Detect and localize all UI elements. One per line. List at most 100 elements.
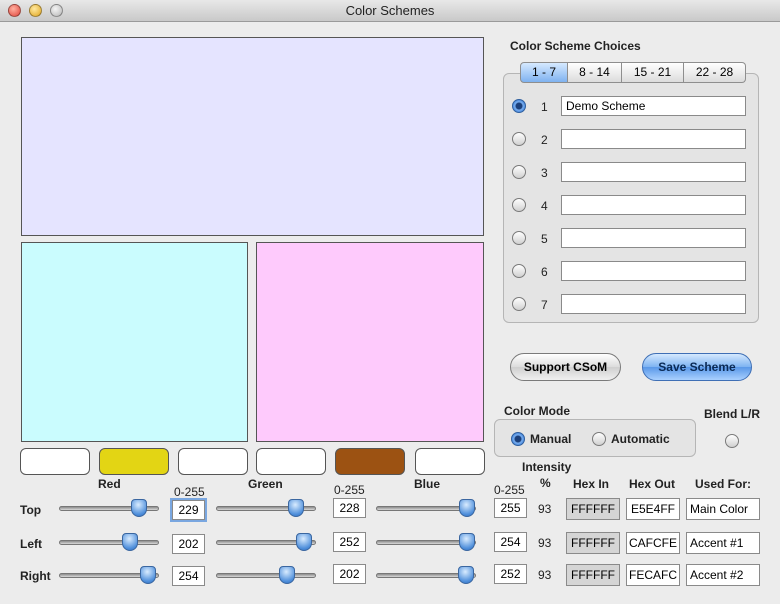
blue-label: Blue	[414, 477, 441, 491]
slider-thumb[interactable]	[279, 566, 295, 584]
hex-out-label: Hex Out	[629, 477, 676, 491]
right-hex-in[interactable]: FFFFFF	[566, 564, 620, 586]
main-color-preview	[21, 37, 484, 236]
tab-8-14[interactable]: 8 - 14	[568, 62, 622, 83]
scheme-name-field-4[interactable]	[561, 195, 746, 215]
right-blue-slider[interactable]	[376, 566, 476, 586]
tab-1-7[interactable]: 1 - 7	[520, 62, 568, 83]
left-color-preview	[21, 242, 248, 442]
top-blue-slider[interactable]	[376, 499, 476, 519]
scheme-tabs: 1 - 7 8 - 14 15 - 21 22 - 28	[520, 62, 746, 83]
left-green-slider[interactable]	[216, 533, 316, 553]
green-range-label: 0-255	[334, 483, 365, 497]
left-green-value[interactable]: 252	[333, 532, 366, 552]
green-bottom-swatch	[256, 448, 326, 475]
right-hex-out: FECAFC	[626, 564, 680, 586]
left-blue-value[interactable]: 254	[494, 532, 527, 552]
used-for-label: Used For:	[695, 477, 752, 491]
slider-thumb[interactable]	[459, 499, 475, 517]
scheme-radio-5[interactable]	[512, 231, 526, 245]
slider-thumb[interactable]	[458, 566, 474, 584]
right-red-value[interactable]: 254	[172, 566, 205, 586]
scheme-number: 4	[541, 199, 548, 213]
scheme-number: 3	[541, 166, 548, 180]
top-green-slider[interactable]	[216, 499, 316, 519]
window-title: Color Schemes	[345, 3, 435, 18]
green-top-swatch	[178, 448, 248, 475]
manual-mode-radio[interactable]	[511, 432, 525, 446]
slider-thumb[interactable]	[122, 533, 138, 551]
scheme-radio-6[interactable]	[512, 264, 526, 278]
scheme-name-field-5[interactable]	[561, 228, 746, 248]
left-blue-slider[interactable]	[376, 533, 476, 553]
scheme-radio-1[interactable]	[512, 99, 526, 113]
blue-top-swatch	[335, 448, 405, 475]
scheme-name-field-1[interactable]: Demo Scheme	[561, 96, 746, 116]
slider-thumb[interactable]	[288, 499, 304, 517]
automatic-mode-label: Automatic	[611, 432, 670, 446]
right-used-for: Accent #2	[686, 564, 760, 586]
top-used-for: Main Color	[686, 498, 760, 520]
slider-thumb[interactable]	[140, 566, 156, 584]
left-hex-out: CAFCFE	[626, 532, 680, 554]
blend-lr-label: Blend L/R	[704, 407, 760, 421]
slider-thumb[interactable]	[131, 499, 147, 517]
manual-mode-label: Manual	[530, 432, 572, 446]
color-mode-title: Color Mode	[504, 404, 570, 418]
automatic-mode-radio[interactable]	[592, 432, 606, 446]
scheme-choices-title: Color Scheme Choices	[510, 39, 641, 53]
top-red-slider[interactable]	[59, 499, 159, 519]
scheme-name-field-6[interactable]	[561, 261, 746, 281]
window-titlebar: Color Schemes	[0, 0, 780, 22]
left-red-value[interactable]: 202	[172, 534, 205, 554]
top-intensity: 93	[538, 502, 552, 516]
scheme-number: 7	[541, 298, 548, 312]
left-used-for: Accent #1	[686, 532, 760, 554]
blue-bottom-swatch	[415, 448, 485, 475]
slider-thumb[interactable]	[296, 533, 312, 551]
scheme-name-field-3[interactable]	[561, 162, 746, 182]
top-blue-value[interactable]: 255	[494, 498, 527, 518]
red-range-label: 0-255	[174, 485, 205, 499]
green-label: Green	[248, 477, 283, 491]
scheme-radio-4[interactable]	[512, 198, 526, 212]
support-csom-button[interactable]: Support CSoM	[510, 353, 621, 381]
right-intensity: 93	[538, 568, 552, 582]
right-green-value[interactable]: 202	[333, 564, 366, 584]
row-label-right: Right	[20, 569, 51, 583]
top-red-value[interactable]: 229	[172, 500, 205, 520]
top-hex-in[interactable]: FFFFFF	[566, 498, 620, 520]
scheme-name-field-7[interactable]	[561, 294, 746, 314]
scheme-number: 5	[541, 232, 548, 246]
intensity-label: Intensity	[522, 460, 572, 474]
top-green-value[interactable]: 228	[333, 498, 366, 518]
row-label-left: Left	[20, 537, 42, 551]
scheme-name-field-2[interactable]	[561, 129, 746, 149]
tab-15-21[interactable]: 15 - 21	[622, 62, 684, 83]
right-blue-value[interactable]: 252	[494, 564, 527, 584]
right-color-preview	[256, 242, 484, 442]
left-red-slider[interactable]	[59, 533, 159, 553]
right-red-slider[interactable]	[59, 566, 159, 586]
right-green-slider[interactable]	[216, 566, 316, 586]
slider-thumb[interactable]	[459, 533, 475, 551]
scheme-number: 2	[541, 133, 548, 147]
blend-lr-toggle[interactable]	[725, 434, 739, 448]
scheme-number: 6	[541, 265, 548, 279]
row-label-top: Top	[20, 503, 42, 517]
blue-range-label: 0-255	[494, 483, 525, 497]
scheme-radio-2[interactable]	[512, 132, 526, 146]
red-label: Red	[98, 477, 121, 491]
tab-22-28[interactable]: 22 - 28	[684, 62, 746, 83]
red-top-swatch	[20, 448, 90, 475]
scheme-radio-7[interactable]	[512, 297, 526, 311]
save-scheme-button[interactable]: Save Scheme	[642, 353, 752, 381]
top-hex-out: E5E4FF	[626, 498, 680, 520]
left-hex-in[interactable]: FFFFFF	[566, 532, 620, 554]
scheme-radio-3[interactable]	[512, 165, 526, 179]
left-intensity: 93	[538, 536, 552, 550]
hex-in-label: Hex In	[573, 477, 610, 491]
red-bottom-swatch	[99, 448, 169, 475]
scheme-number: 1	[541, 100, 548, 114]
percent-label: %	[540, 476, 551, 490]
